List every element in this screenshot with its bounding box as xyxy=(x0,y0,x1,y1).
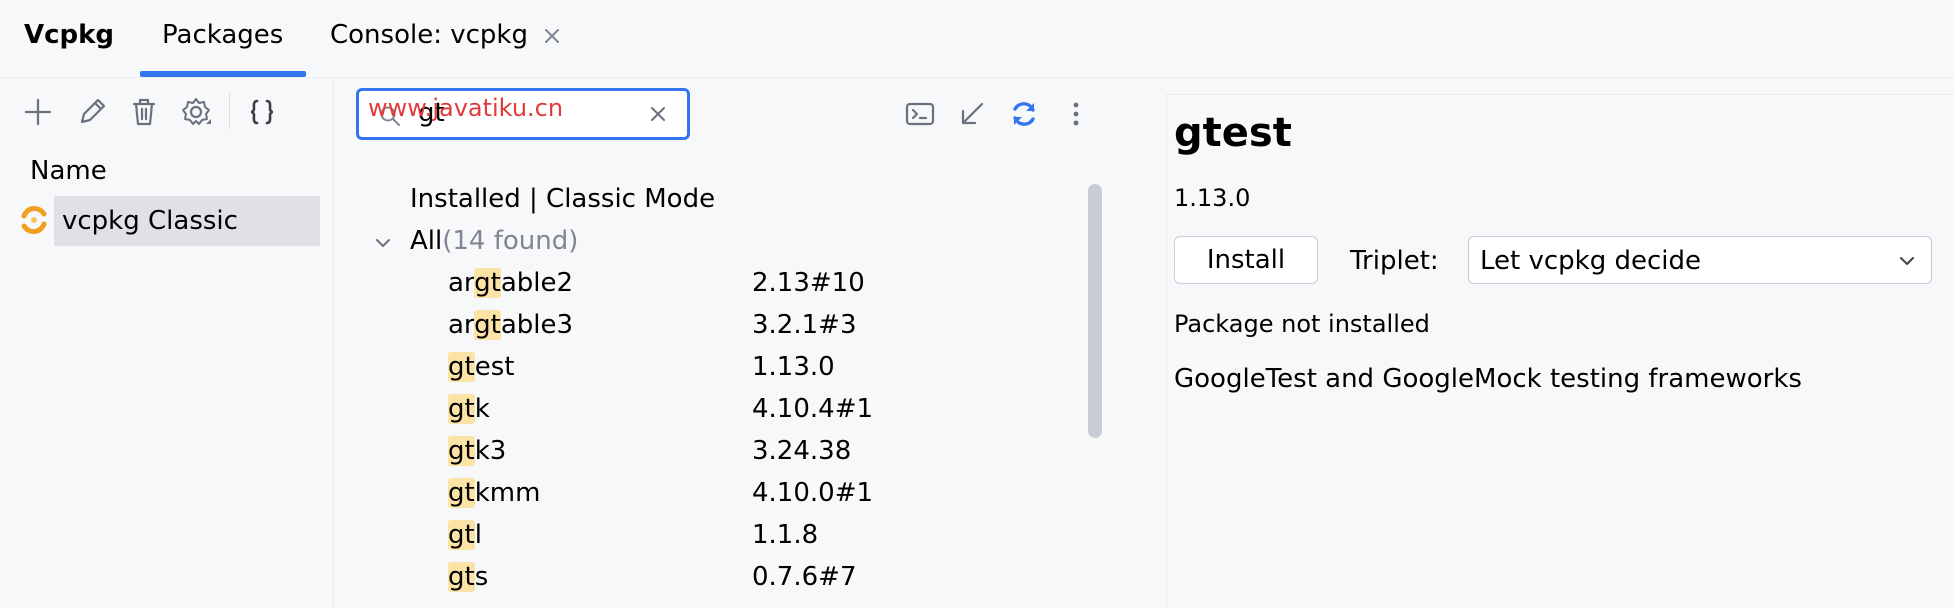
json-braces-icon[interactable] xyxy=(244,94,280,130)
search-match-highlight: gt xyxy=(448,478,475,508)
chevron-down-icon[interactable] xyxy=(1896,250,1918,272)
tab-packages[interactable]: Packages xyxy=(162,20,283,50)
package-name: argtable2 xyxy=(448,268,573,298)
install-status: Package not installed xyxy=(1174,310,1430,338)
package-description: GoogleTest and GoogleMock testing framew… xyxy=(1174,364,1802,394)
package-version-cell: 0.7.6#7 xyxy=(752,562,857,592)
group-all-label: All xyxy=(410,226,443,256)
package-version-cell: 3.24.38 xyxy=(752,436,852,466)
table-row[interactable]: gtl 1.1.8 xyxy=(448,520,1098,558)
table-row[interactable]: argtable3 3.2.1#3 xyxy=(448,310,1098,348)
package-name-suffix: able2 xyxy=(500,268,574,298)
package-name: gtk xyxy=(448,394,490,424)
package-name-prefix: ar xyxy=(448,268,475,298)
table-row[interactable]: gtest 1.13.0 xyxy=(448,352,1098,390)
package-version-cell: 4.10.4#1 xyxy=(752,394,874,424)
package-name-suffix: est xyxy=(474,352,515,382)
table-row[interactable]: gts 0.7.6#7 xyxy=(448,562,1098,600)
tool-window-title: Vcpkg xyxy=(24,20,115,50)
vertical-scrollbar[interactable] xyxy=(1088,184,1102,438)
chevron-down-icon[interactable] xyxy=(372,232,394,254)
search-match-highlight: gt xyxy=(474,310,501,340)
package-title: gtest xyxy=(1174,110,1292,156)
package-name-suffix: s xyxy=(474,562,489,592)
package-name: argtable3 xyxy=(448,310,573,340)
package-version-cell: 4.10.0#1 xyxy=(752,478,874,508)
delete-icon[interactable] xyxy=(126,94,162,130)
tab-console-vcpkg[interactable]: Console: vcpkg xyxy=(330,20,528,50)
package-name-suffix: k3 xyxy=(474,436,507,466)
table-row[interactable]: argtable2 2.13#10 xyxy=(448,268,1098,306)
package-name: gtest xyxy=(448,352,514,382)
package-name-suffix: kmm xyxy=(474,478,541,508)
package-version-cell: 1.1.8 xyxy=(752,520,819,550)
search-match-highlight: gt xyxy=(448,394,475,424)
group-count: (14 found) xyxy=(442,226,579,256)
more-vertical-icon[interactable] xyxy=(1058,96,1094,132)
package-name: gts xyxy=(448,562,488,592)
package-version: 1.13.0 xyxy=(1174,184,1251,212)
package-name-suffix: l xyxy=(474,520,482,550)
package-list-header: Installed | Classic Mode xyxy=(410,184,716,214)
search-match-highlight: gt xyxy=(448,352,475,382)
toolbar-separator xyxy=(229,93,230,129)
search-match-highlight: gt xyxy=(474,268,501,298)
close-icon[interactable] xyxy=(540,24,564,48)
group-all[interactable]: All(14 found) xyxy=(410,226,578,256)
settings-icon[interactable] xyxy=(178,94,214,130)
package-version-cell: 1.13.0 xyxy=(752,352,835,382)
search-match-highlight: gt xyxy=(448,562,475,592)
package-version-cell: 3.2.1#3 xyxy=(752,310,857,340)
package-name: gtl xyxy=(448,520,482,550)
package-name: gtk3 xyxy=(448,436,506,466)
package-version-cell: 2.13#10 xyxy=(752,268,865,298)
table-row[interactable]: gtk3 3.24.38 xyxy=(448,436,1098,474)
edit-icon[interactable] xyxy=(74,94,110,130)
tool-window-header xyxy=(0,0,1954,78)
terminal-icon[interactable] xyxy=(902,96,938,132)
search-match-highlight: gt xyxy=(448,436,475,466)
clear-search-icon[interactable] xyxy=(646,102,670,126)
add-icon[interactable] xyxy=(20,94,56,130)
triplet-label: Triplet: xyxy=(1350,246,1439,276)
vcpkg-logo-icon xyxy=(21,206,47,234)
active-tab-indicator xyxy=(140,71,306,77)
package-name-prefix: ar xyxy=(448,310,475,340)
watermark-text: www.javatiku.cn xyxy=(368,94,564,122)
table-row[interactable]: gtkmm 4.10.0#1 xyxy=(448,478,1098,516)
search-match-highlight: gt xyxy=(448,520,475,550)
registry-item-label: vcpkg Classic xyxy=(62,206,238,236)
table-row[interactable]: gtk 4.10.4#1 xyxy=(448,394,1098,432)
package-details-panel xyxy=(1166,94,1954,608)
collapse-arrow-icon[interactable] xyxy=(954,96,990,132)
package-name: gtkmm xyxy=(448,478,540,508)
install-button[interactable]: Install xyxy=(1174,236,1318,284)
package-name-suffix: k xyxy=(474,394,490,424)
refresh-icon[interactable] xyxy=(1006,96,1042,132)
name-column-header: Name xyxy=(30,156,107,186)
package-name-suffix: able3 xyxy=(500,310,574,340)
triplet-selected-value: Let vcpkg decide xyxy=(1480,246,1702,276)
